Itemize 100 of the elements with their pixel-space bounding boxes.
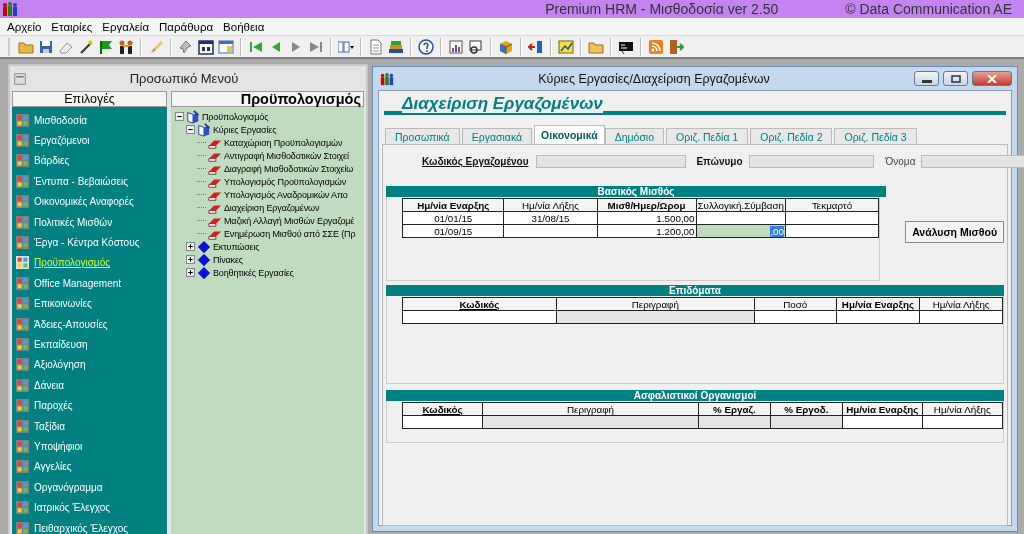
section-header: Ασφαλιστικοί Οργανισμοί: [386, 390, 1004, 401]
flag-icon[interactable]: [98, 38, 114, 55]
app-title: Premium HRM - Μισθοδοσία ver 2.50: [545, 1, 779, 17]
menu-option[interactable]: Δάνεια: [34, 379, 64, 391]
tile-icon: [16, 480, 29, 494]
app-logo-icon: [2, 1, 18, 17]
menu-option[interactable]: Πειθαρχικός Έλεγχος: [34, 522, 129, 534]
collapse-icon[interactable]: [175, 112, 184, 121]
menu-option[interactable]: Επικοινωνίες: [34, 298, 92, 310]
expand-icon[interactable]: [186, 255, 195, 264]
column-header: Ποσό: [754, 297, 837, 311]
tree-item[interactable]: Βοηθητικές Εργασίες: [213, 267, 294, 278]
calendar-icon[interactable]: [198, 38, 214, 55]
diamond-icon: [197, 265, 211, 280]
collapse-icon[interactable]: [186, 125, 195, 134]
menu-option[interactable]: Έντυπα - Βεβαιώσεις: [34, 175, 129, 187]
menu-option[interactable]: Ταξίδια: [34, 420, 66, 432]
chart-note-icon[interactable]: [558, 38, 574, 55]
tile-icon: [16, 521, 29, 534]
people-icon[interactable]: [118, 38, 134, 55]
tile-icon: [16, 338, 29, 351]
menu-option[interactable]: Αγγελίες: [34, 461, 72, 473]
tree-item[interactable]: Υπολογισμός Αναδρομικών Απο: [224, 189, 348, 200]
minimize-button[interactable]: [914, 71, 939, 86]
menu-option[interactable]: Αξιολόγηση: [34, 359, 86, 371]
menu-item[interactable]: Εταιρίες: [46, 20, 98, 33]
column-header: Ημ/νία Λήξης: [919, 297, 1003, 311]
menu-option[interactable]: Εκπαίδευση: [34, 339, 88, 350]
column-header: Περιγραφή: [556, 297, 755, 311]
tree-item[interactable]: Μαζική Αλλαγή Μισθών Εργαζομέ: [224, 215, 355, 226]
menu-item[interactable]: Παράθυρα: [154, 20, 219, 33]
menu-item[interactable]: Βοήθεια: [218, 20, 270, 33]
menu-item[interactable]: Αρχείο: [2, 20, 47, 33]
wand-icon[interactable]: [78, 38, 94, 55]
tree-item[interactable]: Υπολογισμός Προϋπολογισμών: [224, 176, 347, 187]
tab[interactable]: Οικονομικά: [534, 125, 605, 144]
column-header: % Εργαζ.: [698, 402, 771, 416]
tile-icon: [16, 154, 29, 168]
menu-option[interactable]: Πολιτικές Μισθών: [34, 216, 113, 228]
tab[interactable]: Προσωπικά: [385, 128, 460, 144]
menu-option[interactable]: Παροχές: [34, 400, 73, 412]
column-header: Επιλογές: [12, 91, 167, 107]
tree-item[interactable]: Ενημέρωση Μισθού από ΣΣΕ (Πρ: [224, 228, 356, 239]
door-exit-icon[interactable]: [668, 38, 684, 55]
menu-option[interactable]: Μισθοδοσία: [34, 114, 88, 126]
menu-option[interactable]: Εργαζόμενοι: [34, 135, 90, 147]
tile-icon: [16, 236, 29, 250]
tree-item[interactable]: Διαγραφή Μισθοδοτικών Στοιχείω: [224, 163, 354, 174]
menu-option[interactable]: Προϋπολογισμός: [34, 257, 110, 269]
exit-arrow-icon[interactable]: [528, 38, 544, 55]
close-button[interactable]: [972, 71, 1012, 86]
menu-option[interactable]: Βάρδιες: [34, 155, 70, 167]
expand-icon[interactable]: [186, 268, 195, 277]
tile-icon: [16, 419, 29, 433]
menu-option[interactable]: Office Management: [34, 277, 122, 289]
open-book-icon: [197, 122, 211, 137]
field-label: Κωδικός Εργαζομένου: [422, 156, 529, 167]
rss-icon[interactable]: [648, 38, 664, 55]
window-icon[interactable]: [218, 38, 234, 55]
menu-option[interactable]: Ιατρικός Έλεγχος: [34, 502, 111, 514]
tree-item[interactable]: Καταχώριση Προϋπολογισμών: [224, 137, 343, 148]
tab[interactable]: Οριζ. Πεδία 2: [750, 128, 833, 144]
tab[interactable]: Οριζ. Πεδία 3: [834, 128, 917, 144]
tree-item[interactable]: Κύριες Εργασίες: [213, 124, 277, 135]
pin-icon[interactable]: [178, 38, 194, 55]
copyright-text: © Data Communication AE: [845, 1, 1012, 17]
tree-item[interactable]: Πίνακες: [213, 254, 243, 265]
tile-icon: [16, 460, 29, 474]
column-header: Ημ/νία Εναρξης: [402, 198, 504, 212]
tile-icon: [16, 358, 29, 372]
tab[interactable]: Δημόσιο: [604, 128, 665, 144]
tree-item[interactable]: Προϋπολογισμός: [202, 111, 269, 122]
menu-item[interactable]: Εργαλεία: [97, 20, 155, 33]
column-header: Ημ/νία Λήξης: [503, 198, 598, 212]
menu-option[interactable]: Υποψήφιοι: [34, 440, 83, 452]
column-header: Κωδικός: [402, 297, 557, 311]
menu-option[interactable]: Άδειες-Απουσίες: [34, 318, 108, 330]
cube-icon[interactable]: [498, 38, 514, 55]
tree-item[interactable]: Αντιγραφή Μισθοδοτικών Στοιχεί: [224, 150, 349, 161]
window-icon: [14, 72, 26, 85]
menu-option[interactable]: Οργανόγραμμα: [34, 481, 103, 493]
help-icon[interactable]: [418, 38, 434, 55]
layout-dropdown-icon[interactable]: [338, 38, 354, 55]
expand-icon[interactable]: [186, 242, 195, 251]
maximize-button[interactable]: [943, 71, 968, 86]
tab[interactable]: Εργασιακά: [461, 128, 533, 144]
salary-analysis-button[interactable]: Ανάλυση Μισθού: [905, 221, 1004, 243]
tile-icon: [16, 297, 29, 311]
tile-icon: [16, 439, 29, 453]
menu-option[interactable]: Οικονομικές Αναφορές: [34, 196, 134, 208]
books-icon[interactable]: [388, 38, 404, 55]
column-header: Ημ/νία Εναρξης: [836, 297, 920, 311]
tile-icon: [16, 399, 29, 413]
tab[interactable]: Οριζ. Πεδία 1: [666, 128, 749, 144]
tree-item[interactable]: Διαχείριση Εργαζομένων: [224, 202, 320, 213]
report-icon[interactable]: [448, 38, 464, 55]
menu-option[interactable]: Έργα - Κέντρα Κόστους: [34, 237, 140, 249]
tree-item[interactable]: Εκτυπώσεις: [213, 241, 260, 252]
tile-icon: [16, 317, 29, 331]
screen-search-icon[interactable]: [468, 38, 484, 55]
